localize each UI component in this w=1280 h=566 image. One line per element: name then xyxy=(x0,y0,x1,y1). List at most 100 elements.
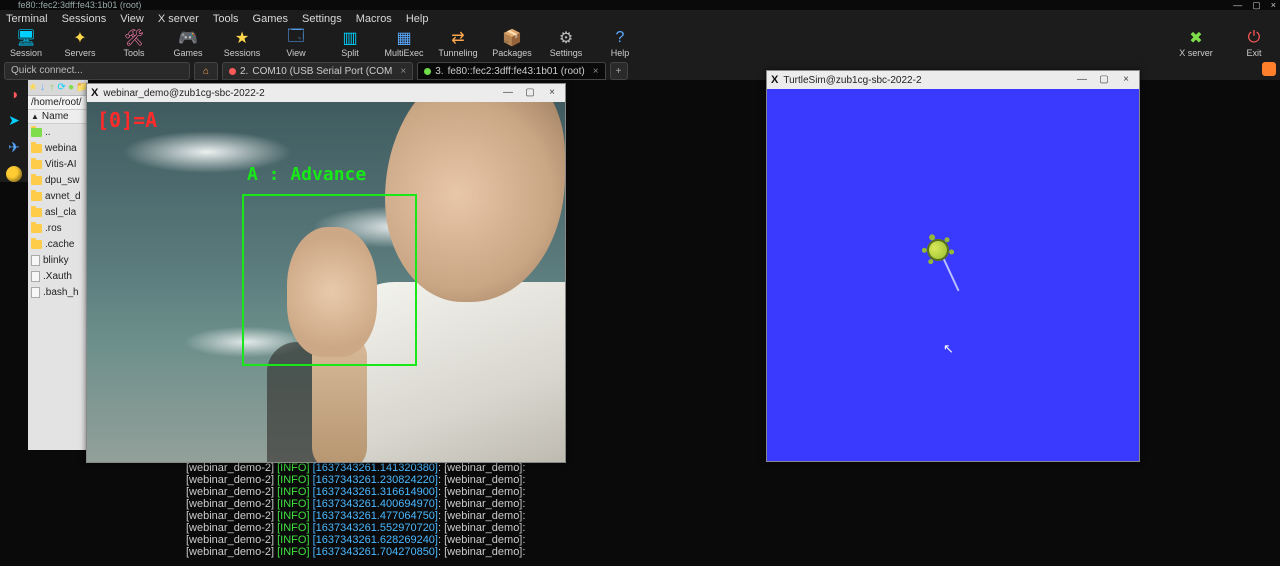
toolbar-label: Session xyxy=(10,48,42,58)
view-icon: 🗔 xyxy=(286,28,306,48)
quick-connect-input[interactable]: Quick connect... xyxy=(4,62,190,80)
tab-number: 3. xyxy=(435,66,443,77)
toolbar-view-button[interactable]: 🗔View xyxy=(276,28,316,58)
os-titlebar: fe80::fec2:3dff:fe43:1b01 (root) — ▢ × xyxy=(0,0,1280,10)
sftp-panel: ★ ↓ ↑ ⟳ ● 📁 /home/root/ ▲ Name ..webina V… xyxy=(28,80,88,450)
tab-com10[interactable]: 2. COM10 (USB Serial Port (COM × xyxy=(222,62,413,80)
toolbar-help-button[interactable]: ?Help xyxy=(600,28,640,58)
toolbar-label: Help xyxy=(611,48,630,58)
terminal-line: [webinar_demo-2] [INFO] [1637343261.4006… xyxy=(186,498,766,510)
menu-xserver[interactable]: X server xyxy=(158,13,199,25)
help-icon: ? xyxy=(610,28,630,48)
sftp-item-label: .ros xyxy=(45,223,62,234)
window-titlebar[interactable]: X webinar_demo@zub1cg-sbc-2022-2 — ▢ × xyxy=(87,84,565,102)
x server-icon: ✖ xyxy=(1186,28,1206,48)
sftp-column-header[interactable]: ▲ Name xyxy=(28,110,88,124)
file-icon xyxy=(31,255,40,266)
tunneling-icon: ⇄ xyxy=(448,28,468,48)
menu-macros[interactable]: Macros xyxy=(356,13,392,25)
menu-terminal[interactable]: Terminal xyxy=(6,13,48,25)
toolbar-exit-button[interactable]: ⏻Exit xyxy=(1234,28,1274,58)
sftp-item[interactable]: blinky xyxy=(28,252,88,268)
sftp-dot-icon[interactable]: ● xyxy=(66,82,76,94)
menu-tools[interactable]: Tools xyxy=(213,13,239,25)
sftp-item-label: blinky xyxy=(43,255,69,266)
window-min-button[interactable]: — xyxy=(1071,71,1093,87)
tab-ssh-root[interactable]: 3. fe80::fec2:3dff:fe43:1b01 (root) × xyxy=(417,62,605,80)
rail-paperplane-icon[interactable]: ✈ xyxy=(8,139,20,156)
toolbar-sessions-button[interactable]: ★Sessions xyxy=(222,28,262,58)
toolbar-multiexec-button[interactable]: ▦MultiExec xyxy=(384,28,424,58)
tab-close-button[interactable]: × xyxy=(593,66,599,77)
sftp-item[interactable]: avnet_d xyxy=(28,188,88,204)
toolbar-settings-button[interactable]: ⚙Settings xyxy=(546,28,586,58)
toolbar-tools-button[interactable]: 🛠Tools xyxy=(114,28,154,58)
status-dot-icon xyxy=(229,68,236,75)
x11-window-webinar-demo[interactable]: X webinar_demo@zub1cg-sbc-2022-2 — ▢ × [… xyxy=(86,83,566,463)
toolbar-session-button[interactable]: 🖥Session xyxy=(6,28,46,58)
terminal-line: [webinar_demo-2] [INFO] [1637343261.7042… xyxy=(186,546,766,558)
tab-home[interactable]: ⌂ xyxy=(194,62,218,80)
rail-shortcut-icon[interactable]: ◑ xyxy=(10,86,18,102)
sftp-item[interactable]: dpu_sw xyxy=(28,172,88,188)
sftp-item[interactable]: webina xyxy=(28,140,88,156)
terminal-line: [webinar_demo-2] [INFO] [1637343261.3166… xyxy=(186,486,766,498)
macro-record-icon[interactable] xyxy=(1262,62,1276,76)
menu-view[interactable]: View xyxy=(120,13,144,25)
toolbar-split-button[interactable]: ▥Split xyxy=(330,28,370,58)
folder-icon xyxy=(31,240,42,249)
sftp-download-icon[interactable]: ↓ xyxy=(38,82,48,94)
sftp-item[interactable]: .cache xyxy=(28,236,88,252)
sftp-toolbar: ★ ↓ ↑ ⟳ ● 📁 xyxy=(28,80,88,96)
os-min-button[interactable]: — xyxy=(1233,0,1242,10)
window-min-button[interactable]: — xyxy=(497,84,519,100)
new-tab-button[interactable]: + xyxy=(610,62,628,80)
sftp-path-input[interactable]: /home/root/ xyxy=(28,96,88,110)
toolbar-tunneling-button[interactable]: ⇄Tunneling xyxy=(438,28,478,58)
toolbar-packages-button[interactable]: 📦Packages xyxy=(492,28,532,58)
sftp-item[interactable]: Vitis-AI xyxy=(28,156,88,172)
tab-close-button[interactable]: × xyxy=(400,66,406,77)
sftp-item[interactable]: .Xauth xyxy=(28,268,88,284)
sftp-favorite-icon[interactable]: ★ xyxy=(28,82,38,94)
sftp-item-label: dpu_sw xyxy=(45,175,79,186)
rail-send-icon[interactable]: ➤ xyxy=(8,112,20,129)
tab-label: fe80::fec2:3dff:fe43:1b01 (root) xyxy=(448,66,585,77)
menu-settings[interactable]: Settings xyxy=(302,13,342,25)
window-close-button[interactable]: × xyxy=(1115,71,1137,87)
toolbar-servers-button[interactable]: ✦Servers xyxy=(60,28,100,58)
x11-window-turtlesim[interactable]: X TurtleSim@zub1cg-sbc-2022-2 — ▢ × ↖ xyxy=(766,70,1140,462)
sftp-item[interactable]: .ros xyxy=(28,220,88,236)
rail-orb-icon[interactable] xyxy=(6,166,22,182)
toolbar-games-button[interactable]: 🎮Games xyxy=(168,28,208,58)
sftp-item[interactable]: .. xyxy=(28,124,88,140)
sftp-upload-icon[interactable]: ↑ xyxy=(47,82,57,94)
sftp-refresh-icon[interactable]: ⟳ xyxy=(57,82,67,94)
folder-up-icon xyxy=(31,128,42,137)
window-max-button[interactable]: ▢ xyxy=(1093,71,1115,87)
window-max-button[interactable]: ▢ xyxy=(519,84,541,100)
terminal-line: [webinar_demo-2] [INFO] [1637343261.2308… xyxy=(186,474,766,486)
sftp-item-label: Vitis-AI xyxy=(45,159,77,170)
toolbar-label: Servers xyxy=(64,48,95,58)
toolbar-x server-button[interactable]: ✖X server xyxy=(1176,28,1216,58)
turtle-sprite xyxy=(923,235,952,264)
work-area: ◑ ➤ ✈ ★ ↓ ↑ ⟳ ● 📁 /home/root/ ▲ Name ..w… xyxy=(0,80,1280,566)
os-max-button[interactable]: ▢ xyxy=(1252,0,1261,10)
toolbar: 🖥Session ✦Servers 🛠Tools 🎮Games ★Sessions 🗔Vi… xyxy=(0,28,1280,62)
sftp-item[interactable]: asl_cla xyxy=(28,204,88,220)
menu-games[interactable]: Games xyxy=(253,13,288,25)
home-icon: ⌂ xyxy=(203,66,209,77)
turtlesim-canvas[interactable]: ↖ xyxy=(767,89,1139,461)
toolbar-label: Exit xyxy=(1246,48,1261,58)
sftp-item[interactable]: .bash_h xyxy=(28,284,88,300)
window-close-button[interactable]: × xyxy=(541,84,563,100)
folder-icon xyxy=(31,192,42,201)
window-titlebar[interactable]: X TurtleSim@zub1cg-sbc-2022-2 — ▢ × xyxy=(767,71,1139,89)
menu-help[interactable]: Help xyxy=(406,13,429,25)
terminal-line: [webinar_demo-2] [INFO] [1637343261.1413… xyxy=(186,462,766,474)
terminal-output[interactable]: [webinar_demo-2] [INFO] [1637343261.0623… xyxy=(186,450,766,558)
menu-sessions[interactable]: Sessions xyxy=(62,13,107,25)
toolbar-label: Tools xyxy=(123,48,144,58)
os-close-button[interactable]: × xyxy=(1271,0,1276,10)
